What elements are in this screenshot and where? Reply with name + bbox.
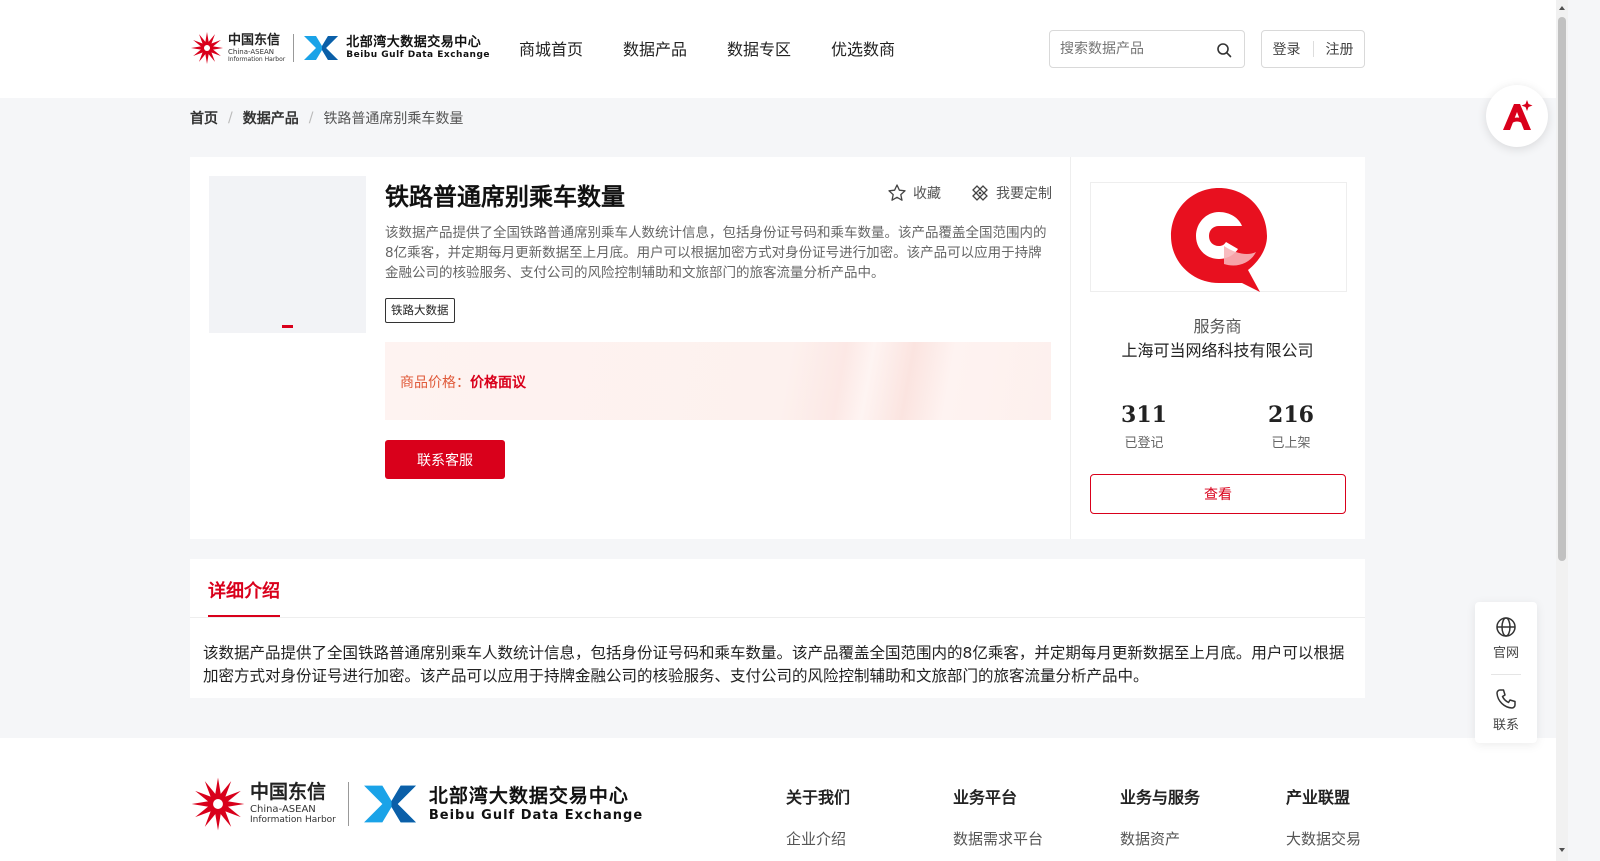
footer-logo[interactable]: 中国东信 China-ASEAN Information Harbor 北部湾大… (190, 776, 643, 832)
ai-assistant-button[interactable] (1486, 85, 1548, 147)
product-tag[interactable]: 铁路大数据 (385, 298, 455, 323)
search-icon[interactable] (1216, 42, 1232, 58)
auth-divider (1312, 41, 1314, 57)
product-card: 铁路普通席别乘车数量 收藏 我要定制 该数据产品提供了全国铁路普通席别乘车人数统… (190, 157, 1365, 539)
website-label: 官网 (1492, 646, 1519, 661)
tab-detail-intro[interactable]: 详细介绍 (208, 577, 280, 617)
listed-label: 已上架 (1271, 436, 1311, 451)
floating-side-panel: 官网 联系 (1475, 602, 1537, 743)
site-logo[interactable]: 中国东信 China-ASEAN Information Harbor 北部湾大… (190, 28, 490, 68)
footer-col-services: 业务与服务 数据资产 (1120, 784, 1200, 849)
carousel-indicator[interactable] (282, 325, 293, 328)
phone-icon (1496, 689, 1516, 709)
footer-col-head: 业务平台 (953, 788, 1018, 807)
price-row: 商品价格：价格面议 (400, 372, 526, 392)
float-divider (1491, 674, 1521, 675)
customize-button[interactable]: 我要定制 (970, 183, 1052, 203)
page-scrollbar[interactable] (1556, 0, 1568, 861)
footer-col-head: 产业联盟 (1286, 788, 1351, 807)
logo-en-text: China-ASEAN (228, 47, 275, 56)
beibu-gulf-x-icon (304, 36, 339, 60)
nav-data-zone[interactable]: 数据专区 (727, 36, 791, 60)
breadcrumb-home[interactable]: 首页 (190, 108, 218, 128)
footer: 中国东信 China-ASEAN Information Harbor 北部湾大… (0, 738, 1556, 861)
logo-cn-text: 中国东信 (228, 32, 281, 48)
detail-text: 该数据产品提供了全国铁路普通席别乘车人数统计信息，包括身份证号码和乘车数量。该产… (203, 644, 1345, 685)
footer-exchange-cn: 北部湾大数据交易中心 (428, 784, 629, 807)
product-description: 该数据产品提供了全国铁路普通席别乘车人数统计信息，包括身份证号码和乘车数量。该产… (385, 225, 1047, 281)
footer-col-platform: 业务平台 数据需求平台 (953, 784, 1043, 849)
footer-col-head: 业务与服务 (1120, 788, 1201, 807)
view-provider-button[interactable]: 查看 (1090, 474, 1346, 514)
contact-label: 联系 (1492, 718, 1519, 733)
price-value: 价格面议 (470, 375, 526, 391)
breadcrumb-current: 铁路普通席别乘车数量 (323, 111, 464, 127)
registered-label: 已登记 (1124, 436, 1164, 451)
china-asean-logo: 中国东信 China-ASEAN Information Harbor (190, 31, 285, 65)
detail-section: 详细介绍 该数据产品提供了全国铁路普通席别乘车人数统计信息，包括身份证号码和乘车… (190, 559, 1365, 698)
provider-name: 上海可当网络科技有限公司 (1121, 341, 1314, 360)
tab-divider (190, 617, 1365, 618)
footer-col-about: 关于我们 企业介绍 (786, 784, 850, 849)
footer-logo-cn: 中国东信 (250, 781, 327, 803)
registered-stat: 311 已登记 (1084, 402, 1204, 451)
product-image-carousel (209, 176, 366, 333)
login-link[interactable]: 登录 (1273, 39, 1301, 59)
customize-label: 我要定制 (996, 186, 1052, 202)
website-link[interactable]: 官网 (1475, 616, 1537, 661)
breadcrumb-data-products[interactable]: 数据产品 (243, 108, 299, 128)
beibu-gulf-logo: 北部湾大数据交易中心 Beibu Gulf Data Exchange (302, 34, 490, 62)
breadcrumb-separator: / (228, 110, 233, 126)
footer-link[interactable]: 大数据交易 (1286, 828, 1361, 849)
exchange-name-en: Beibu Gulf Data Exchange (346, 50, 490, 60)
footer-logo-en: China-ASEAN (250, 804, 316, 815)
ai-assistant-icon (1503, 100, 1533, 130)
register-link[interactable]: 注册 (1326, 39, 1354, 59)
logo-en-text-2: Information Harbor (228, 55, 286, 63)
star-icon (888, 184, 906, 201)
contact-link[interactable]: 联系 (1475, 688, 1537, 733)
price-box: 商品价格：价格面议 (385, 342, 1051, 420)
registered-count: 311 (1121, 402, 1167, 428)
footer-col-alliance: 产业联盟 大数据交易 (1286, 784, 1361, 849)
search-box (1049, 30, 1245, 68)
search-input[interactable] (1060, 41, 1210, 57)
china-telecom-starburst-icon (191, 777, 245, 831)
favorite-button[interactable]: 收藏 (887, 183, 941, 203)
price-label: 商品价格： (400, 375, 470, 391)
product-title: 铁路普通席别乘车数量 (385, 183, 625, 211)
footer-link[interactable]: 数据需求平台 (953, 828, 1043, 849)
footer-col-head: 关于我们 (786, 788, 851, 807)
customize-icon (972, 185, 988, 201)
nav-data-products[interactable]: 数据产品 (623, 36, 687, 60)
beibu-gulf-x-icon (363, 785, 416, 823)
exchange-name-cn: 北部湾大数据交易中心 (346, 35, 482, 50)
listed-count: 216 (1268, 402, 1314, 428)
logo-divider (293, 34, 295, 62)
scroll-up-arrow-icon[interactable] (1558, 3, 1566, 13)
scrollbar-thumb[interactable] (1558, 17, 1566, 561)
nav-mall-home[interactable]: 商城首页 (519, 36, 583, 60)
provider-logo-icon (1170, 188, 1267, 292)
globe-icon (1496, 617, 1516, 637)
footer-exchange-en: Beibu Gulf Data Exchange (428, 807, 644, 823)
favorite-label: 收藏 (913, 186, 941, 202)
breadcrumb: 首页 / 数据产品 / 铁路普通席别乘车数量 (190, 108, 463, 128)
auth-box: 登录 注册 (1261, 30, 1365, 68)
footer-link[interactable]: 数据资产 (1120, 828, 1200, 849)
breadcrumb-separator: / (308, 110, 314, 126)
nav-preferred-merchants[interactable]: 优选数商 (831, 36, 895, 60)
provider-type: 服务商 (1193, 317, 1242, 336)
footer-link[interactable]: 企业介绍 (786, 828, 850, 849)
footer-logo-divider (347, 782, 349, 826)
provider-logo[interactable] (1090, 182, 1347, 292)
top-header: 中国东信 China-ASEAN Information Harbor 北部湾大… (0, 0, 1556, 98)
china-telecom-starburst-icon (191, 32, 223, 64)
main-nav: 商城首页 数据产品 数据专区 优选数商 (519, 36, 895, 60)
scroll-down-arrow-icon[interactable] (1558, 845, 1566, 855)
contact-service-button[interactable]: 联系客服 (385, 440, 505, 479)
listed-stat: 216 已上架 (1231, 402, 1351, 451)
footer-logo-en-2: Information Harbor (250, 815, 336, 825)
